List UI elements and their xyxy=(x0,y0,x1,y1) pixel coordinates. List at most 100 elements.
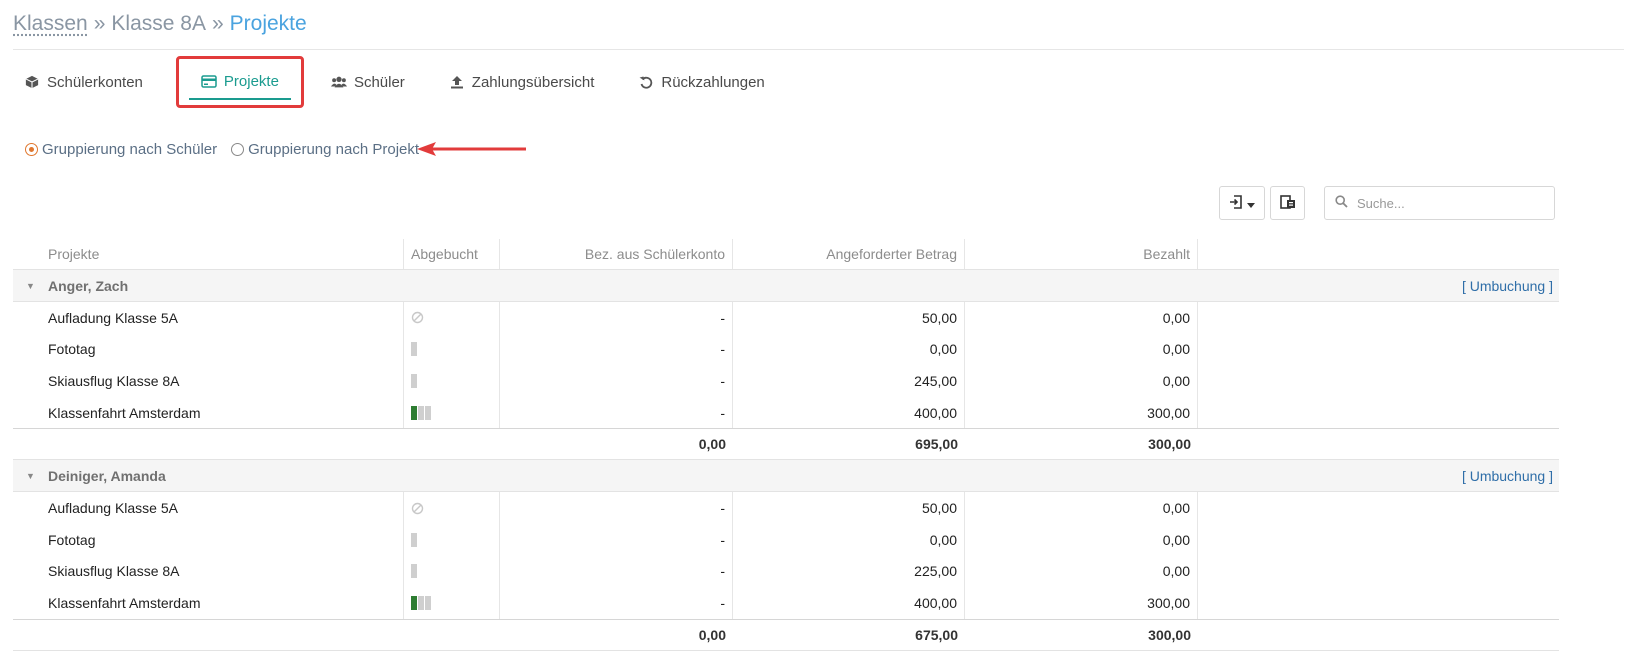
cell-project: Aufladung Klasse 5A xyxy=(13,492,404,524)
cell-angefordert: 50,00 xyxy=(733,492,965,524)
radio-group-by-student[interactable]: Gruppierung nach Schüler xyxy=(25,141,217,158)
progress-bars-icon xyxy=(411,342,417,357)
cell-empty xyxy=(1198,334,1559,366)
group-total-row: 0,00 695,00 300,00 xyxy=(13,428,1559,461)
total-bezahlt: 300,00 xyxy=(1148,626,1191,643)
radio-group-by-project[interactable]: Gruppierung nach Projekt xyxy=(231,141,419,158)
columns-icon xyxy=(1279,194,1296,212)
table-toolbar xyxy=(1219,186,1305,220)
cell-status xyxy=(404,365,500,397)
cell-bez: - xyxy=(500,333,733,366)
group-row[interactable]: ▼ Deiniger, Amanda [ Umbuchung ] xyxy=(13,460,1559,493)
cell-bez: - xyxy=(500,555,733,588)
breadcrumb-klassen[interactable]: Klassen xyxy=(13,12,88,35)
tab-label: Zahlungsübersicht xyxy=(471,73,595,91)
upload-icon xyxy=(449,74,465,90)
table-row: Aufladung Klasse 5A - 50,00 0,00 xyxy=(13,302,1559,334)
table-row: Skiausflug Klasse 8A - 245,00 0,00 xyxy=(13,365,1559,397)
cell-angefordert: 0,00 xyxy=(733,523,965,556)
grouping-options: Gruppierung nach Schüler Gruppierung nac… xyxy=(25,141,433,158)
cell-project: Aufladung Klasse 5A xyxy=(13,302,404,334)
cell-bez: - xyxy=(500,492,733,524)
cell-angefordert: 50,00 xyxy=(733,302,965,334)
cell-angefordert: 245,00 xyxy=(733,365,965,397)
cell-bezahlt: 300,00 xyxy=(965,587,1198,619)
progress-bars-icon xyxy=(411,564,417,579)
cell-empty xyxy=(1198,587,1559,619)
cell-empty xyxy=(1198,620,1559,650)
table-row: Klassenfahrt Amsterdam - 400,00 300,00 xyxy=(13,587,1559,619)
search-input[interactable] xyxy=(1357,195,1542,211)
cell-project: Fototag xyxy=(13,333,404,366)
tab-projekte[interactable]: Projekte xyxy=(188,64,291,100)
cell-bezahlt: 0,00 xyxy=(965,302,1198,334)
rebook-link[interactable]: [ Umbuchung ] xyxy=(1462,270,1553,302)
undo-icon xyxy=(638,74,654,90)
breadcrumb-current: Projekte xyxy=(229,12,307,35)
table-row: Aufladung Klasse 5A - 50,00 0,00 xyxy=(13,492,1559,524)
breadcrumb-klasse[interactable]: Klasse 8A xyxy=(111,12,206,35)
header-bez-schuelerkonto[interactable]: Bez. aus Schülerkonto xyxy=(500,239,733,269)
cell-project: Klassenfahrt Amsterdam xyxy=(13,587,404,619)
tab-rueckzahlungen[interactable]: Rückzahlungen xyxy=(627,64,775,100)
tab-label: Projekte xyxy=(223,72,279,90)
header-abgebucht[interactable]: Abgebucht xyxy=(404,239,500,269)
column-toggle-button[interactable] xyxy=(1270,186,1305,220)
cell-status xyxy=(404,396,500,429)
caret-down-icon[interactable]: ▼ xyxy=(13,471,48,481)
caret-down-icon[interactable]: ▼ xyxy=(13,281,48,291)
cell-empty xyxy=(1198,302,1559,334)
header-bezahlt[interactable]: Bezahlt xyxy=(965,239,1198,269)
not-applicable-icon xyxy=(411,311,424,324)
cell-status xyxy=(404,555,500,588)
rebook-link[interactable]: [ Umbuchung ] xyxy=(1462,460,1553,492)
tab-label: Rückzahlungen xyxy=(661,73,765,91)
tab-zahlungsuebersicht[interactable]: Zahlungsübersicht xyxy=(438,64,606,100)
breadcrumb-separator: » xyxy=(211,12,224,35)
total-angefordert: 695,00 xyxy=(915,436,958,453)
export-icon xyxy=(1229,194,1243,212)
group-name: Deiniger, Amanda xyxy=(48,467,166,484)
cell-bezahlt: 0,00 xyxy=(965,523,1198,556)
radio-checked-icon xyxy=(25,143,38,156)
radio-label: Gruppierung nach Projekt xyxy=(248,141,420,158)
cell-status xyxy=(404,333,500,366)
tab-label: Schüler xyxy=(353,73,405,91)
progress-bars-icon xyxy=(411,595,431,610)
breadcrumb-separator: » xyxy=(93,12,106,35)
cell-bez: - xyxy=(500,587,733,619)
total-bez: 0,00 xyxy=(698,626,726,643)
tab-bar: Schülerkonten Projekte Schüler Zahlungsü… xyxy=(13,50,798,114)
cell-project: Skiausflug Klasse 8A xyxy=(13,555,404,588)
total-bezahlt: 300,00 xyxy=(1148,436,1191,453)
cell-angefordert: 400,00 xyxy=(733,396,965,429)
header-angefordert[interactable]: Angeforderter Betrag xyxy=(733,239,965,269)
tab-schuelerkonten[interactable]: Schülerkonten xyxy=(13,64,154,100)
cell-empty xyxy=(1198,492,1559,524)
users-icon xyxy=(330,74,347,90)
tab-highlight-frame: Projekte xyxy=(175,56,304,108)
progress-bars-icon xyxy=(411,532,417,547)
table-row: Fototag - 0,00 0,00 xyxy=(13,523,1559,556)
cell-angefordert: 0,00 xyxy=(733,333,965,366)
cell-empty xyxy=(1198,397,1559,429)
cell-angefordert: 225,00 xyxy=(733,555,965,588)
cell-bezahlt: 0,00 xyxy=(965,333,1198,366)
tab-schueler[interactable]: Schüler xyxy=(320,64,416,100)
total-angefordert: 675,00 xyxy=(915,626,958,643)
group-row[interactable]: ▼ Anger, Zach [ Umbuchung ] xyxy=(13,270,1559,302)
cell-status xyxy=(404,302,500,334)
cell-bez: - xyxy=(500,396,733,429)
progress-bars-icon xyxy=(411,405,431,420)
cell-bezahlt: 0,00 xyxy=(965,365,1198,397)
cell-bezahlt: 300,00 xyxy=(965,396,1198,429)
export-button[interactable] xyxy=(1219,186,1265,220)
projects-table: Projekte Abgebucht Bez. aus Schülerkonto… xyxy=(13,239,1559,651)
cell-bez: - xyxy=(500,302,733,334)
cell-bez: - xyxy=(500,365,733,397)
header-projekte[interactable]: Projekte xyxy=(13,239,404,269)
credit-card-icon xyxy=(201,73,217,89)
cell-empty xyxy=(404,620,500,650)
cell-bez: - xyxy=(500,523,733,556)
cell-project: Skiausflug Klasse 8A xyxy=(13,365,404,397)
